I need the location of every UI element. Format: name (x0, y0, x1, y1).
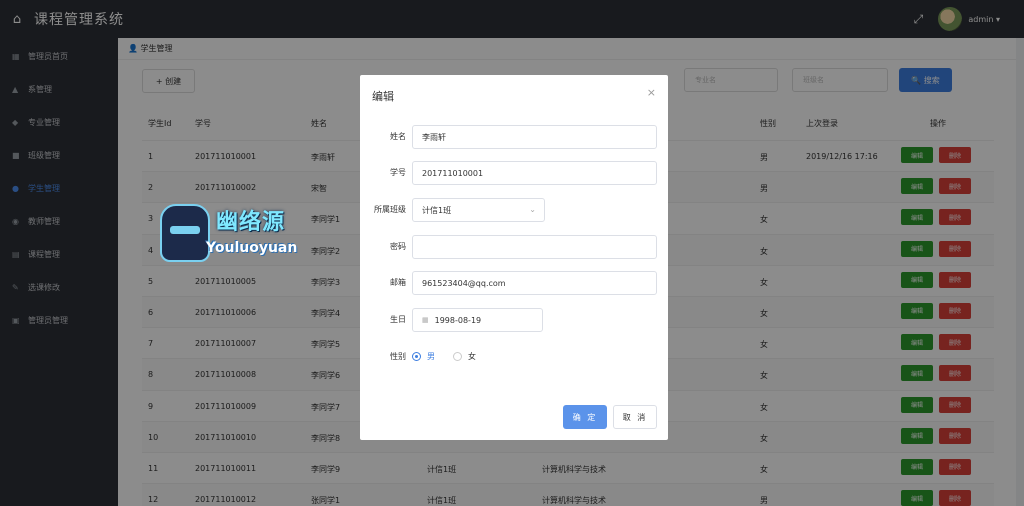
confirm-button[interactable]: 确 定 (563, 405, 607, 429)
student-no-field[interactable]: 201711010001 (412, 161, 657, 185)
form-row-name: 姓名 李雨轩 (360, 125, 668, 149)
class-select[interactable]: 计信1班 ⌄ (412, 198, 545, 222)
hacker-mascot-icon (160, 204, 210, 262)
birthday-value: 1998-08-19 (434, 315, 482, 325)
name-label: 姓名 (390, 132, 406, 141)
birthday-label: 生日 (390, 315, 406, 324)
close-icon[interactable]: × (647, 86, 656, 99)
calendar-icon: ▦ (422, 316, 429, 324)
form-row-birthday: 生日 ▦ 1998-08-19 (360, 308, 668, 332)
watermark-logo: 幽络源 Youluoyuan (160, 200, 330, 268)
form-row-class: 所属班级 计信1班 ⌄ (360, 198, 668, 222)
radio-unchecked-icon (453, 352, 462, 361)
watermark-en: Youluoyuan (206, 240, 298, 256)
email-label: 邮箱 (390, 278, 406, 287)
form-row-gender: 性别 男 女 (360, 345, 668, 369)
class-select-value: 计信1班 (422, 205, 452, 215)
dialog-title: 编辑 (372, 90, 394, 103)
edit-dialog: 编辑 × 姓名 李雨轩 学号 201711010001 所属班级 计信1班 ⌄ 密… (360, 75, 668, 440)
gender-female-label: 女 (468, 352, 476, 361)
class-label: 所属班级 (374, 205, 406, 214)
gender-male-label: 男 (427, 352, 435, 361)
form-row-email: 邮箱 961523404@qq.com (360, 271, 668, 295)
form-row-no: 学号 201711010001 (360, 161, 668, 185)
gender-radio-male[interactable]: 男 (412, 351, 435, 362)
gender-radio-female[interactable]: 女 (453, 351, 476, 362)
form-row-password: 密码 (360, 235, 668, 259)
gender-label: 性别 (390, 352, 406, 361)
password-label: 密码 (390, 242, 406, 251)
birthday-picker[interactable]: ▦ 1998-08-19 (412, 308, 543, 332)
radio-checked-icon (412, 352, 421, 361)
email-field[interactable]: 961523404@qq.com (412, 271, 657, 295)
name-field[interactable]: 李雨轩 (412, 125, 657, 149)
password-field[interactable] (412, 235, 657, 259)
chevron-down-icon: ⌄ (529, 205, 536, 214)
cancel-button[interactable]: 取 消 (613, 405, 657, 429)
watermark-cn: 幽络源 (216, 210, 286, 235)
no-label: 学号 (390, 168, 406, 177)
